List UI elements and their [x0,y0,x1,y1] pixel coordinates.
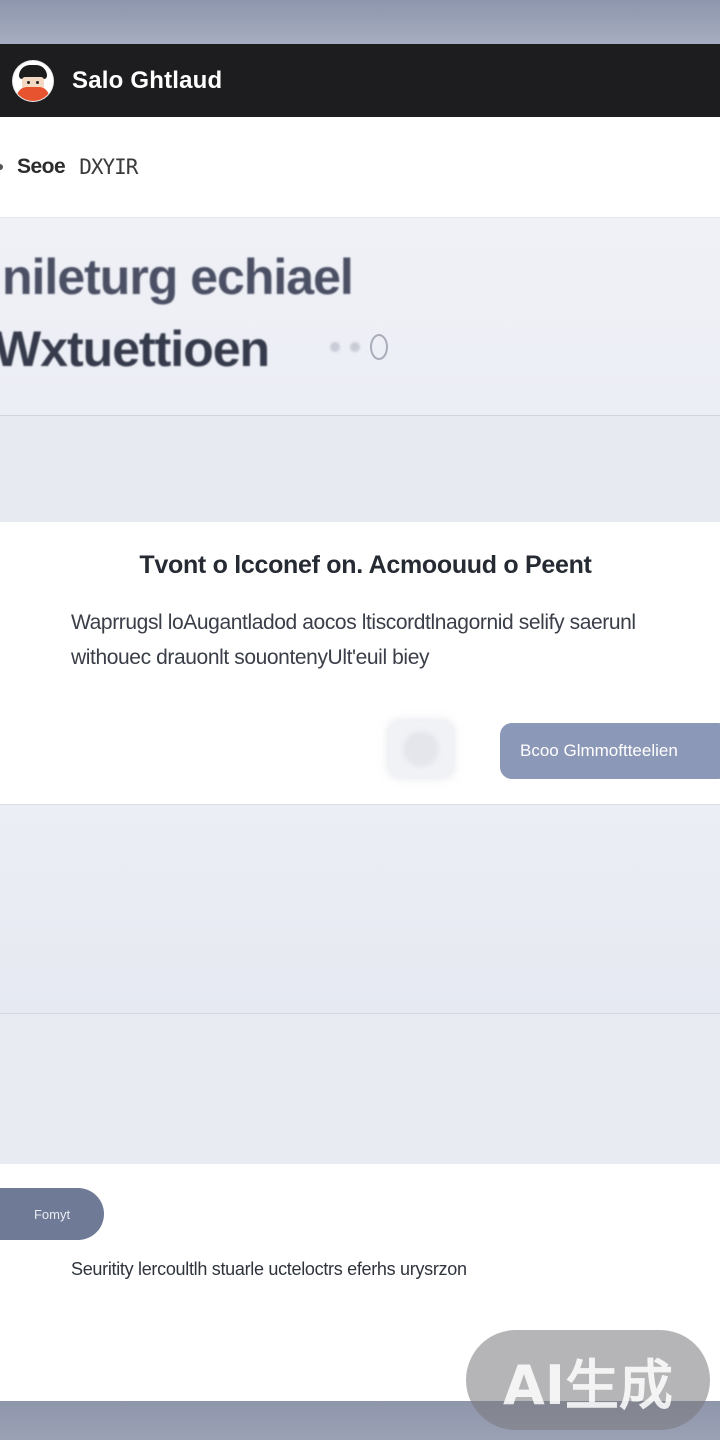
hero-banner: nileturg echiael Wxtuettioen [0,218,720,416]
loading-ring-icon [370,334,388,360]
hero-headline-line-2: Wxtuettioen [0,321,270,377]
ai-generated-watermark: AI生成 [466,1330,710,1430]
app-title: Salo Ghtlaud [72,66,223,94]
empty-panel [0,805,720,1014]
subheader: Seoe DXYIR [0,117,720,218]
loading-dot-icon [330,342,340,352]
empty-panel-secondary [0,1014,720,1164]
content-card: Tvont o lcconef on. Acmoouud o Peent Wap… [0,522,720,805]
watermark-text: AI生成 [503,1353,673,1417]
footer-note: Seuritity lercoultlh stuarle ucteloctrs … [71,1259,467,1279]
hero-headline-line-1: nileturg echiael [2,249,354,305]
app-header: Salo Ghtlaud [0,44,720,117]
top-gradient-strip [0,0,720,44]
separator-band [0,416,720,522]
subheader-secondary-label[interactable]: DXYIR [79,155,138,179]
circle-icon [403,731,439,767]
secondary-button[interactable] [389,721,453,777]
avatar-body [17,86,49,101]
avatar[interactable] [13,60,53,101]
pill-button[interactable]: Fomyt [0,1188,104,1240]
hero-loading-indicator [330,334,388,360]
bullet-icon [0,164,3,170]
subheader-label[interactable]: Seoe [17,155,66,179]
loading-dot-icon [350,342,360,352]
primary-button[interactable]: Bcoo Glmmoftteelien [500,723,720,779]
card-title: Tvont o lcconef on. Acmoouud o Peent [139,551,592,579]
card-body-text: Waprrugsl loAugantladod aocos ltiscordtl… [71,611,636,669]
